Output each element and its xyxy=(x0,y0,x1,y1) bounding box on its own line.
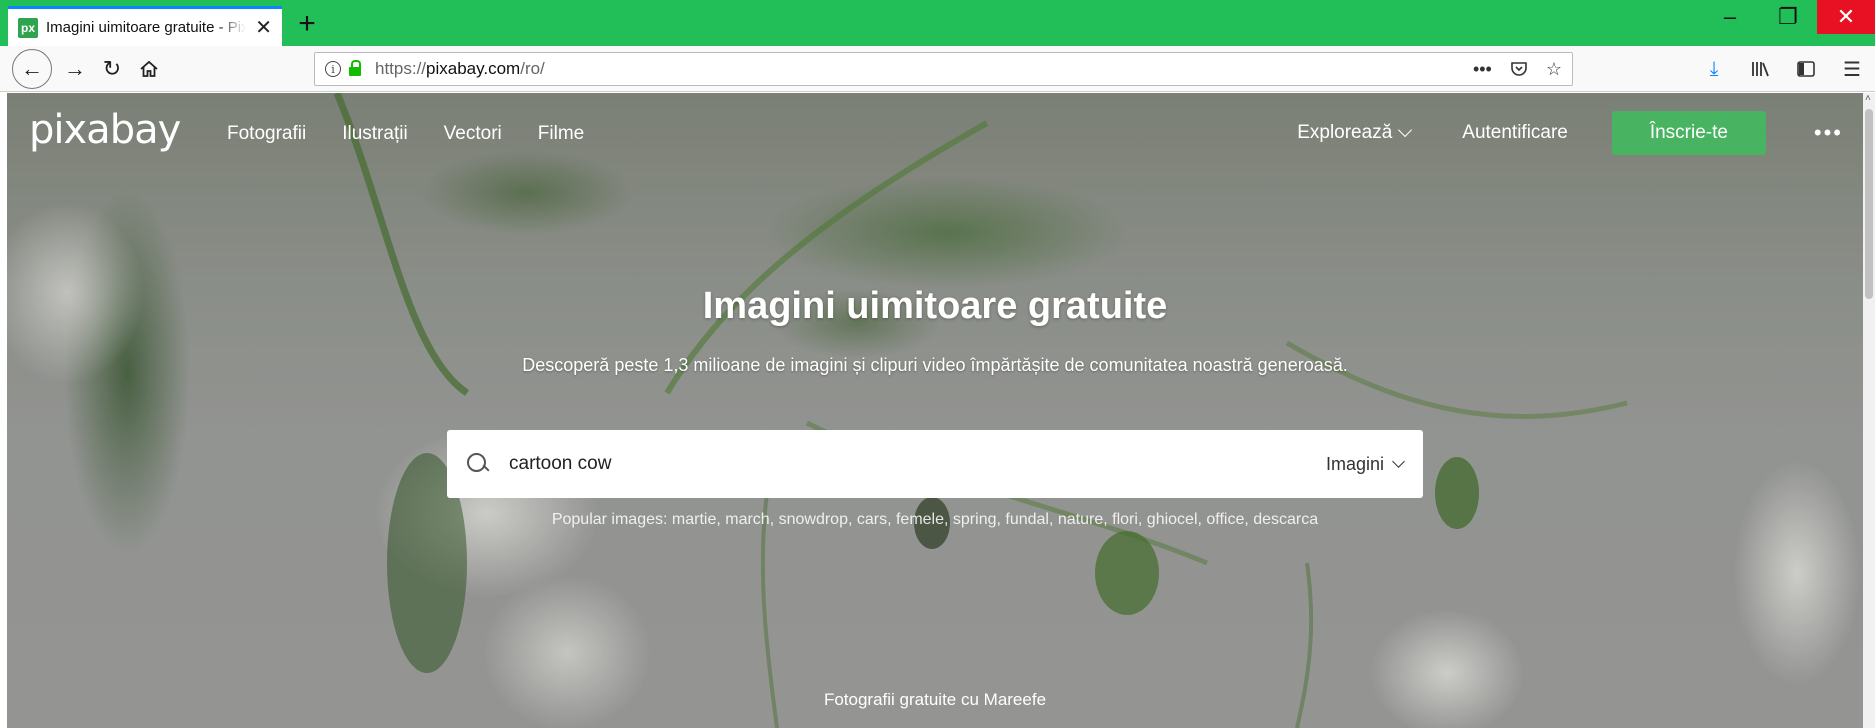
scroll-thumb[interactable] xyxy=(1865,109,1873,299)
popular-term-link[interactable]: office xyxy=(1206,511,1244,528)
url-path: /ro/ xyxy=(520,59,545,78)
toolbar-right: ⤓ ☰ xyxy=(1691,52,1875,86)
search-type-label: Imagini xyxy=(1325,453,1384,474)
back-icon: ← xyxy=(21,56,43,81)
reload-button[interactable]: ↻ xyxy=(95,52,129,86)
main-nav: Fotografii Ilustrații Vectori Filme xyxy=(227,123,584,145)
popular-term-link[interactable]: cars xyxy=(857,511,887,528)
home-button[interactable] xyxy=(132,52,166,86)
popular-term-link[interactable]: descarca xyxy=(1253,511,1318,528)
right-nav: Explorează Autentificare Înscrie-te ••• xyxy=(1297,111,1843,155)
popular-term-link[interactable]: march xyxy=(725,511,769,528)
pixabay-logo[interactable]: pixabay xyxy=(29,107,181,153)
hero-subtitle: Descoperă peste 1,3 milioane de imagini … xyxy=(522,355,1348,375)
download-icon[interactable]: ⤓ xyxy=(1691,52,1737,86)
library-icon[interactable] xyxy=(1737,52,1783,86)
sidebar-icon[interactable] xyxy=(1783,52,1829,86)
forward-icon: → xyxy=(64,56,86,81)
pocket-icon[interactable] xyxy=(1510,60,1528,78)
credit-label: Fotografii gratuite cu xyxy=(823,690,979,709)
photo-credit: Fotografii gratuite cu Mareefe xyxy=(7,690,1863,710)
search-type-dropdown[interactable]: Imagini xyxy=(1325,453,1405,475)
explore-label: Explorează xyxy=(1297,122,1393,143)
url-bar[interactable]: i https://pixabay.com/ro/ ••• ☆ xyxy=(314,52,1573,86)
search-icon[interactable] xyxy=(467,453,489,475)
chevron-down-icon xyxy=(1392,454,1405,468)
reload-icon: ↻ xyxy=(102,56,122,81)
nav-videos-link[interactable]: Filme xyxy=(538,123,584,145)
browser-tab[interactable]: px Imagini uimitoare gratuite - Pixabay … xyxy=(8,6,282,46)
popular-term-link[interactable]: femele xyxy=(896,511,944,528)
close-window-button[interactable]: ✕ xyxy=(1817,0,1875,34)
popular-term-link[interactable]: spring xyxy=(953,511,997,528)
info-icon[interactable]: i xyxy=(325,61,341,77)
signup-button[interactable]: Înscrie-te xyxy=(1611,111,1766,155)
popular-searches: Popular images: martie, march, snowdrop,… xyxy=(7,511,1863,529)
popular-term-link[interactable]: fundal xyxy=(1005,511,1049,528)
popular-terms: martie, march, snowdrop, cars, femele, s… xyxy=(671,511,1319,528)
popular-term-link[interactable]: nature xyxy=(1058,511,1103,528)
back-button[interactable]: ← xyxy=(12,49,52,89)
tab-title: Imagini uimitoare gratuite - Pixabay xyxy=(46,19,246,36)
chevron-down-icon xyxy=(1398,122,1413,138)
popular-term-link[interactable]: martie xyxy=(672,511,716,528)
search-box: Imagini xyxy=(447,430,1423,498)
minimize-button[interactable]: – xyxy=(1701,0,1759,34)
tab-close-icon[interactable]: ✕ xyxy=(255,15,272,40)
nav-vectors-link[interactable]: Vectori xyxy=(444,123,502,145)
bookmark-star-icon[interactable]: ☆ xyxy=(1546,59,1562,80)
pixabay-page: pixabay Fotografii Ilustrații Vectori Fi… xyxy=(7,93,1863,728)
credit-author-link[interactable]: Mareefe xyxy=(984,690,1046,709)
new-tab-button[interactable]: + xyxy=(290,7,324,41)
popular-term-link[interactable]: snowdrop xyxy=(779,511,848,528)
tab-strip: px Imagini uimitoare gratuite - Pixabay … xyxy=(0,0,1875,46)
login-link[interactable]: Autentificare xyxy=(1462,122,1568,144)
forward-button[interactable]: → xyxy=(58,52,92,86)
search-input[interactable] xyxy=(509,453,1326,475)
popular-term-link[interactable]: flori xyxy=(1112,511,1138,528)
menu-icon[interactable]: ☰ xyxy=(1829,52,1875,86)
lock-icon[interactable] xyxy=(349,60,361,76)
restore-button[interactable]: ❐ xyxy=(1759,0,1817,34)
popular-term-link[interactable]: ghiocel xyxy=(1147,511,1198,528)
page-actions-icon[interactable]: ••• xyxy=(1473,59,1492,80)
url-actions: ••• ☆ xyxy=(1473,59,1562,80)
home-icon xyxy=(140,60,158,77)
url-host: pixabay.com xyxy=(426,59,521,78)
nav-photos-link[interactable]: Fotografii xyxy=(227,123,306,145)
url-text[interactable]: https://pixabay.com/ro/ xyxy=(375,59,545,79)
nav-illustrations-link[interactable]: Ilustrații xyxy=(342,123,407,145)
explore-dropdown[interactable]: Explorează xyxy=(1297,122,1413,144)
navigation-toolbar: ← → ↻ i https://pixabay.com/ro/ ••• ☆ ⤓ xyxy=(0,46,1875,92)
hero-overlay xyxy=(7,93,1863,728)
popular-label: Popular images: xyxy=(551,511,668,528)
scroll-up-icon[interactable]: ˄ xyxy=(1865,94,1873,104)
page-scrollbar[interactable]: ˄ xyxy=(1863,93,1875,728)
pixabay-favicon-icon: px xyxy=(18,17,38,38)
hero-title: Imagini uimitoare gratuite xyxy=(702,285,1168,327)
more-menu-icon[interactable]: ••• xyxy=(1814,120,1843,146)
url-scheme: https:// xyxy=(375,59,427,78)
window-controls: – ❐ ✕ xyxy=(1701,0,1875,34)
